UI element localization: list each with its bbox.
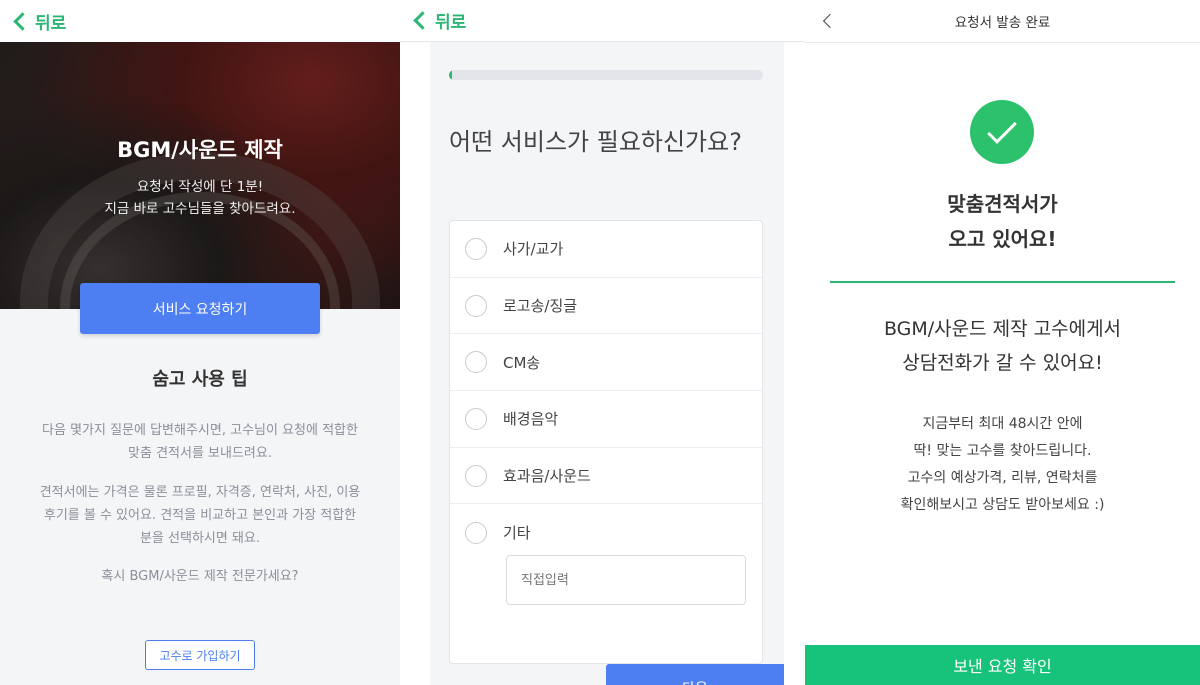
option-label: 효과음/사운드 bbox=[503, 467, 591, 486]
option-item[interactable]: 효과음/사운드 bbox=[450, 448, 762, 505]
radio-button[interactable] bbox=[465, 521, 487, 544]
option-label: CM송 bbox=[503, 353, 541, 372]
view-sent-requests-button[interactable]: 보낸 요청 확인 bbox=[805, 645, 1200, 685]
hero-subtitle: 요청서 작성에 단 1분! 지금 바로 고수님들을 찾아드려요. bbox=[104, 179, 296, 217]
top-bar: 뒤로 bbox=[0, 0, 400, 42]
next-button[interactable]: 다음 bbox=[606, 664, 784, 685]
radio-button[interactable] bbox=[465, 351, 487, 374]
option-item[interactable]: 로고송/징글 bbox=[450, 278, 762, 335]
hero-banner: BGM/사운드 제작 요청서 작성에 단 1분! 지금 바로 고수님들을 찾아드… bbox=[0, 42, 400, 309]
radio-button[interactable] bbox=[465, 237, 487, 260]
request-complete-screen: 요청서 발송 완료 맞춤견적서가 오고 있어요! BGM/사운드 제작 고수에게… bbox=[805, 0, 1200, 685]
service-question-screen: 뒤로 어떤 서비스가 필요하신가요? 사가/교가 로고송/징글 CM송 배경음악 bbox=[400, 0, 805, 685]
expert-question: 혹시 BGM/사운드 제작 전문가세요? bbox=[101, 569, 299, 584]
page-title: 요청서 발송 완료 bbox=[954, 15, 1051, 31]
contact-message: BGM/사운드 제작 고수에게서 상담전화가 갈 수 있어요! bbox=[883, 318, 1122, 374]
chevron-left-icon bbox=[13, 11, 32, 31]
top-bar: 요청서 발송 완료 bbox=[805, 0, 1200, 43]
hero-title: BGM/사운드 제작 bbox=[117, 138, 283, 162]
option-label: 로고송/징글 bbox=[503, 297, 578, 316]
direct-input-field[interactable] bbox=[506, 555, 746, 605]
chevron-left-icon[interactable] bbox=[822, 13, 838, 29]
completion-title: 맞춤견적서가 오고 있어요! bbox=[947, 192, 1058, 251]
progress-bar bbox=[449, 70, 763, 80]
option-item[interactable]: CM송 bbox=[450, 334, 762, 392]
back-button[interactable]: 뒤로 bbox=[410, 8, 466, 33]
question-title: 어떤 서비스가 필요하신가요? bbox=[449, 128, 742, 156]
option-label: 배경음악 bbox=[503, 410, 559, 429]
check-icon bbox=[987, 114, 1017, 144]
divider bbox=[830, 281, 1175, 283]
chevron-left-icon bbox=[413, 11, 432, 30]
service-intro-screen: 뒤로 BGM/사운드 제작 요청서 작성에 단 1분! 지금 바로 고수님들을 … bbox=[0, 0, 400, 685]
info-text: 지금부터 최대 48시간 안에 딱! 맞는 고수를 찾아드립니다. 고수의 예상… bbox=[900, 416, 1105, 513]
option-item[interactable]: 사가/교가 bbox=[450, 221, 762, 278]
tips-paragraph: 견적서에는 가격은 물론 프로필, 자격증, 연락처, 사진, 이용 후기를 볼… bbox=[39, 485, 361, 546]
option-label: 사가/교가 bbox=[503, 240, 564, 259]
question-body: 어떤 서비스가 필요하신가요? 사가/교가 로고송/징글 CM송 배경음악 효과… bbox=[430, 42, 784, 685]
tips-title: 숨고 사용 팁 bbox=[152, 369, 248, 390]
option-item[interactable]: 배경음악 bbox=[450, 391, 762, 448]
radio-button[interactable] bbox=[465, 407, 487, 430]
top-bar: 뒤로 bbox=[400, 0, 805, 42]
option-label: 기타 bbox=[503, 524, 531, 543]
back-button[interactable]: 뒤로 bbox=[10, 9, 66, 34]
option-item[interactable]: 기타 bbox=[450, 504, 762, 561]
join-as-expert-button[interactable]: 고수로 가입하기 bbox=[145, 640, 255, 670]
check-circle-icon bbox=[970, 100, 1034, 164]
back-label: 뒤로 bbox=[435, 13, 467, 33]
request-service-button[interactable]: 서비스 요청하기 bbox=[80, 283, 320, 334]
radio-button[interactable] bbox=[465, 294, 487, 317]
back-label: 뒤로 bbox=[35, 13, 67, 34]
tips-paragraph: 다음 몇가지 질문에 답변해주시면, 고수님이 요청에 적합한 맞춤 견적서를 … bbox=[42, 423, 358, 461]
radio-button[interactable] bbox=[465, 464, 487, 487]
options-list: 사가/교가 로고송/징글 CM송 배경음악 효과음/사운드 기타 bbox=[449, 220, 763, 664]
progress-fill bbox=[449, 70, 453, 80]
